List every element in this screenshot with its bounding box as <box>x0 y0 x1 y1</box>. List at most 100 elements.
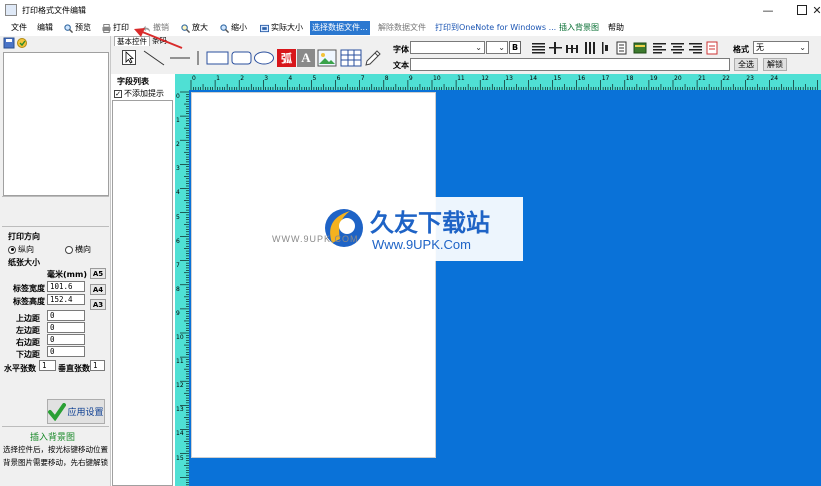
bold-button[interactable]: B <box>509 41 521 54</box>
landscape-label: 横向 <box>75 245 91 254</box>
table-tool[interactable] <box>340 49 362 67</box>
ruler-label: 3 <box>176 165 180 173</box>
label-width-input[interactable]: 101.6 <box>47 281 85 292</box>
menu-help[interactable]: 帮助 <box>606 21 626 35</box>
menu-print-to-onenote[interactable]: 打印到OneNote for Windows ... <box>433 21 558 35</box>
control-list[interactable] <box>3 52 109 196</box>
a4-button[interactable]: A4 <box>90 284 106 295</box>
menu-select-data-file[interactable]: 选择数据文件... <box>310 21 370 35</box>
ruler-label: 7 <box>360 75 365 82</box>
page-icon[interactable] <box>616 41 627 55</box>
app-icon <box>5 4 17 16</box>
no-prompt-checkbox[interactable]: ✓ <box>114 89 122 98</box>
image-tool[interactable] <box>317 49 337 67</box>
landscape-option[interactable]: 横向 <box>65 244 91 255</box>
text-align-center-icon[interactable] <box>671 43 684 54</box>
label-height-label: 标签高度 <box>13 297 45 306</box>
portrait-label: 纵向 <box>18 245 34 254</box>
menu-preview[interactable]: 预览 <box>62 21 93 35</box>
zoom-out-icon <box>220 23 229 33</box>
label-paper[interactable] <box>191 92 436 458</box>
menu-unbind-data-file[interactable]: 解除数据文件 <box>376 21 428 35</box>
field-list-title: 字段列表 <box>117 77 149 86</box>
ruler-label: 9 <box>408 75 413 82</box>
divider <box>2 226 109 227</box>
ruler-label: 1 <box>176 117 180 125</box>
portrait-option[interactable]: 纵向 <box>8 244 34 255</box>
menu-zoom-out[interactable]: 缩小 <box>218 21 249 35</box>
menu-actual-size[interactable]: 实际大小 <box>258 21 305 35</box>
title-bar: 打印格式文件编辑 — ✕ <box>0 0 821 20</box>
menu-file[interactable]: 文件 <box>9 21 29 35</box>
h-count-input[interactable]: 1 <box>39 360 56 371</box>
menu-insert-background[interactable]: 插入背景图 <box>557 21 601 35</box>
ruler-label: 2 <box>176 141 180 149</box>
ruler-label: 6 <box>336 75 341 82</box>
field-list-box[interactable] <box>112 100 173 486</box>
label-height-input[interactable]: 152.4 <box>47 294 85 305</box>
bars-icon[interactable] <box>585 42 595 54</box>
align-center-vertical-icon[interactable] <box>549 42 562 54</box>
actual-size-icon <box>260 24 269 32</box>
ruler-label: 0 <box>192 75 196 82</box>
ruler-label: 24 <box>770 75 779 82</box>
no-prompt-option[interactable]: ✓ 不添加提示 <box>114 88 164 99</box>
apply-settings-button[interactable]: 应用设置 <box>47 399 105 424</box>
align-bars-icon[interactable] <box>602 42 608 54</box>
distribute-icon[interactable] <box>566 45 578 53</box>
landscape-radio[interactable] <box>65 245 73 254</box>
menu-print[interactable]: 打印 <box>100 21 131 35</box>
ruler-label: 5 <box>176 213 180 221</box>
chevron-down-icon: ⌄ <box>475 43 482 52</box>
menu-edit[interactable]: 编辑 <box>35 21 55 35</box>
menu-actual-size-label: 实际大小 <box>271 23 303 32</box>
margin-bottom-input[interactable]: 0 <box>47 346 85 357</box>
pointer-tool[interactable] <box>122 50 136 65</box>
chevron-down-icon: ⌄ <box>799 43 806 52</box>
ellipse-tool[interactable] <box>253 50 275 66</box>
save-icon[interactable] <box>3 36 31 50</box>
font-size-select[interactable]: ⌄ <box>486 41 508 54</box>
print-direction-title: 打印方向 <box>8 232 40 241</box>
line-vertical-tool[interactable] <box>194 49 202 67</box>
margin-top-label: 上边距 <box>16 314 40 323</box>
text-tool[interactable]: A <box>297 49 315 67</box>
margin-right-input[interactable]: 0 <box>47 334 85 345</box>
ruler-label: 13 <box>176 406 184 414</box>
ruler-label: 12 <box>481 75 489 82</box>
ruler-label: 7 <box>176 261 180 269</box>
arc-tool[interactable]: 弧 <box>277 49 296 67</box>
a5-button[interactable]: A5 <box>90 268 106 279</box>
text-input[interactable] <box>410 58 730 71</box>
text-align-left-icon[interactable] <box>653 43 666 54</box>
format-select[interactable]: 无 ⌄ <box>753 41 809 54</box>
font-select[interactable]: ⌄ <box>410 41 485 54</box>
rectangle-tool[interactable] <box>206 50 230 66</box>
v-count-input[interactable]: 1 <box>90 360 105 371</box>
text-align-right-icon[interactable] <box>689 43 702 54</box>
portrait-radio[interactable] <box>8 245 16 254</box>
ruler-label: 8 <box>384 75 389 82</box>
close-button[interactable]: ✕ <box>812 0 821 20</box>
ruler-label: 12 <box>176 382 184 390</box>
edit-pencil-tool[interactable] <box>363 49 383 67</box>
a3-button[interactable]: A3 <box>90 299 106 310</box>
ruler-label: 0 <box>176 93 180 100</box>
ruler-label: 11 <box>457 75 465 82</box>
hint-line-1: 选择控件后，按光标键移动位置 <box>3 445 108 454</box>
minimize-button[interactable]: — <box>751 0 785 20</box>
align-left-icon[interactable] <box>532 43 545 54</box>
ruler-label: 2 <box>240 75 245 82</box>
text-label: 文本 <box>393 61 409 70</box>
margin-left-input[interactable]: 0 <box>47 322 85 333</box>
book-icon[interactable] <box>633 42 647 54</box>
divider <box>2 196 109 197</box>
delete-page-icon[interactable] <box>706 41 718 55</box>
rounded-rectangle-tool[interactable] <box>231 50 253 66</box>
ruler-label: 10 <box>176 334 184 341</box>
menu-print-label: 打印 <box>113 23 129 32</box>
margin-top-input[interactable]: 0 <box>47 310 85 321</box>
ruler-label: 11 <box>176 358 184 366</box>
select-all-button[interactable]: 全选 <box>734 58 758 71</box>
unlock-button[interactable]: 解锁 <box>763 58 787 71</box>
